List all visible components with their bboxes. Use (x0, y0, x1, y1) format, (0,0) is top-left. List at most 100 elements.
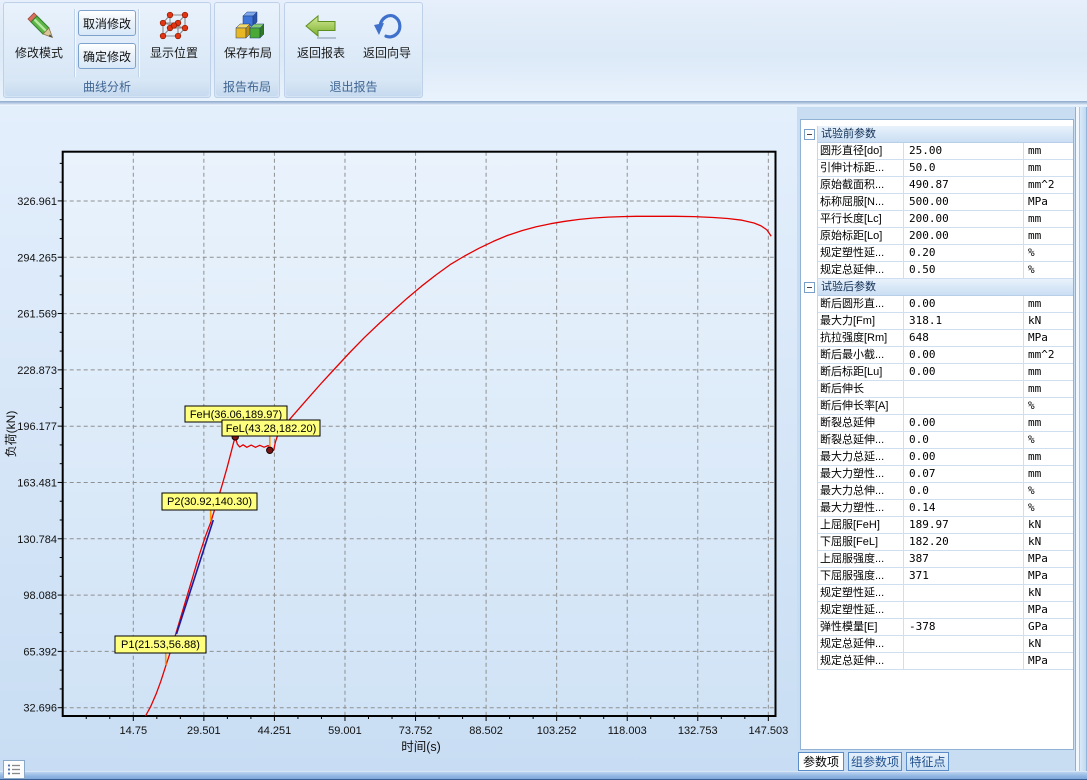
param-group-header[interactable]: 试验前参数 (801, 126, 1073, 143)
x-tick-label: 88.502 (469, 725, 503, 737)
param-unit: MPa (1024, 330, 1073, 347)
x-tick-label: 14.75 (120, 725, 148, 737)
param-row[interactable]: 断裂总延伸0.00mm (801, 415, 1073, 432)
return-wizard-button[interactable]: 返回向导 (355, 6, 419, 80)
param-value[interactable] (904, 653, 1024, 670)
param-row[interactable]: 断后最小截...0.00mm^2 (801, 347, 1073, 364)
param-row[interactable]: 下屈服强度...371MPa (801, 568, 1073, 585)
cancel-modify-button[interactable]: 取消修改 (78, 10, 136, 36)
param-value[interactable]: 50.0 (904, 160, 1024, 177)
param-unit: kN (1024, 313, 1073, 330)
confirm-modify-button[interactable]: 确定修改 (78, 43, 136, 69)
param-label: 原始截面积... (818, 177, 904, 194)
param-value[interactable]: 200.00 (904, 211, 1024, 228)
param-row[interactable]: 最大力塑性...0.14% (801, 500, 1073, 517)
modify-mode-button[interactable]: 修改模式 (7, 6, 71, 80)
param-row[interactable]: 断后圆形直...0.00mm (801, 296, 1073, 313)
param-value[interactable]: 0.50 (904, 262, 1024, 279)
param-row[interactable]: 规定总延伸...0.50% (801, 262, 1073, 279)
param-row[interactable]: 规定塑性延...0.20% (801, 245, 1073, 262)
tab-feature-points[interactable]: 特征点 (906, 752, 949, 771)
yield-point-marker (267, 447, 273, 453)
show-position-button[interactable]: 显示位置 (141, 6, 207, 80)
param-value[interactable]: 0.00 (904, 415, 1024, 432)
row-gutter (801, 653, 818, 670)
row-gutter (801, 381, 818, 398)
param-value[interactable] (904, 398, 1024, 415)
param-value[interactable]: 648 (904, 330, 1024, 347)
x-tick-label: 118.003 (608, 725, 647, 737)
param-row[interactable]: 规定总延伸...MPa (801, 653, 1073, 670)
param-value[interactable] (904, 602, 1024, 619)
param-value[interactable]: 0.20 (904, 245, 1024, 262)
param-value[interactable] (904, 585, 1024, 602)
param-row[interactable]: 抗拉强度[Rm]648MPa (801, 330, 1073, 347)
param-row[interactable]: 最大力塑性...0.07mm (801, 466, 1073, 483)
param-value[interactable] (904, 636, 1024, 653)
collapse-icon[interactable] (804, 282, 815, 293)
return-report-button[interactable]: 返回报表 (290, 6, 352, 80)
param-value[interactable]: 0.14 (904, 500, 1024, 517)
y-tick-label: 98.088 (23, 590, 57, 602)
param-label: 断后标距[Lu] (818, 364, 904, 381)
save-layout-button[interactable]: 保存布局 (217, 6, 279, 80)
param-value[interactable]: 189.97 (904, 517, 1024, 534)
x-tick-label: 29.501 (187, 725, 221, 737)
row-gutter (801, 602, 818, 619)
legend-list-button[interactable] (3, 760, 25, 779)
param-row[interactable]: 规定总延伸...kN (801, 636, 1073, 653)
param-row[interactable]: 最大力[Fm]318.1kN (801, 313, 1073, 330)
param-value[interactable]: 371 (904, 568, 1024, 585)
param-row[interactable]: 弹性模量[E]-378GPa (801, 619, 1073, 636)
collapse-icon[interactable] (804, 129, 815, 140)
tab-params[interactable]: 参数项 (798, 752, 844, 771)
save-layout-label: 保存布局 (224, 44, 272, 61)
x-tick-label: 103.252 (537, 725, 577, 737)
param-label: 引伸计标距... (818, 160, 904, 177)
param-group-header[interactable]: 试验后参数 (801, 279, 1073, 296)
right-scroll-strip[interactable] (1075, 107, 1087, 771)
param-value[interactable]: 0.0 (904, 432, 1024, 449)
param-row[interactable]: 规定塑性延...kN (801, 585, 1073, 602)
param-value[interactable]: 387 (904, 551, 1024, 568)
chart-panel: 32.69665.39298.088130.784163.481196.1772… (0, 107, 797, 771)
param-row[interactable]: 标称屈服[N...500.00MPa (801, 194, 1073, 211)
param-unit: MPa (1024, 568, 1073, 585)
param-value[interactable]: 490.87 (904, 177, 1024, 194)
param-value[interactable] (904, 381, 1024, 398)
param-row[interactable]: 下屈服[FeL]182.20kN (801, 534, 1073, 551)
param-value[interactable]: 0.00 (904, 296, 1024, 313)
param-row[interactable]: 最大力总延...0.00mm (801, 449, 1073, 466)
param-row[interactable]: 圆形直径[do]25.00mm (801, 143, 1073, 160)
param-row[interactable]: 上屈服[FeH]189.97kN (801, 517, 1073, 534)
y-tick-label: 32.696 (23, 703, 57, 715)
param-value[interactable]: 0.00 (904, 364, 1024, 381)
param-label: 断裂总延伸 (818, 415, 904, 432)
param-value[interactable]: 25.00 (904, 143, 1024, 160)
param-row[interactable]: 原始标距[Lo]200.00mm (801, 228, 1073, 245)
param-value[interactable]: -378 (904, 619, 1024, 636)
param-row[interactable]: 原始截面积...490.87mm^2 (801, 177, 1073, 194)
param-value[interactable]: 0.00 (904, 347, 1024, 364)
param-row[interactable]: 断后伸长率[A]% (801, 398, 1073, 415)
row-gutter (801, 347, 818, 364)
param-value[interactable]: 500.00 (904, 194, 1024, 211)
param-row[interactable]: 断裂总延伸...0.0% (801, 432, 1073, 449)
param-row[interactable]: 平行长度[Lc]200.00mm (801, 211, 1073, 228)
param-row[interactable]: 规定塑性延...MPa (801, 602, 1073, 619)
annotation-text-FeH: FeH(36.06,189.97) (190, 409, 282, 421)
param-row[interactable]: 断后伸长mm (801, 381, 1073, 398)
param-row[interactable]: 引伸计标距...50.0mm (801, 160, 1073, 177)
param-row[interactable]: 上屈服强度...387MPa (801, 551, 1073, 568)
cancel-modify-label: 取消修改 (83, 15, 131, 32)
param-row[interactable]: 最大力总伸...0.0% (801, 483, 1073, 500)
param-value[interactable]: 0.0 (904, 483, 1024, 500)
plot-area (63, 152, 776, 716)
param-value[interactable]: 0.07 (904, 466, 1024, 483)
param-value[interactable]: 200.00 (904, 228, 1024, 245)
param-value[interactable]: 318.1 (904, 313, 1024, 330)
tab-group-params[interactable]: 组参数项 (848, 752, 902, 771)
param-value[interactable]: 182.20 (904, 534, 1024, 551)
param-value[interactable]: 0.00 (904, 449, 1024, 466)
param-row[interactable]: 断后标距[Lu]0.00mm (801, 364, 1073, 381)
